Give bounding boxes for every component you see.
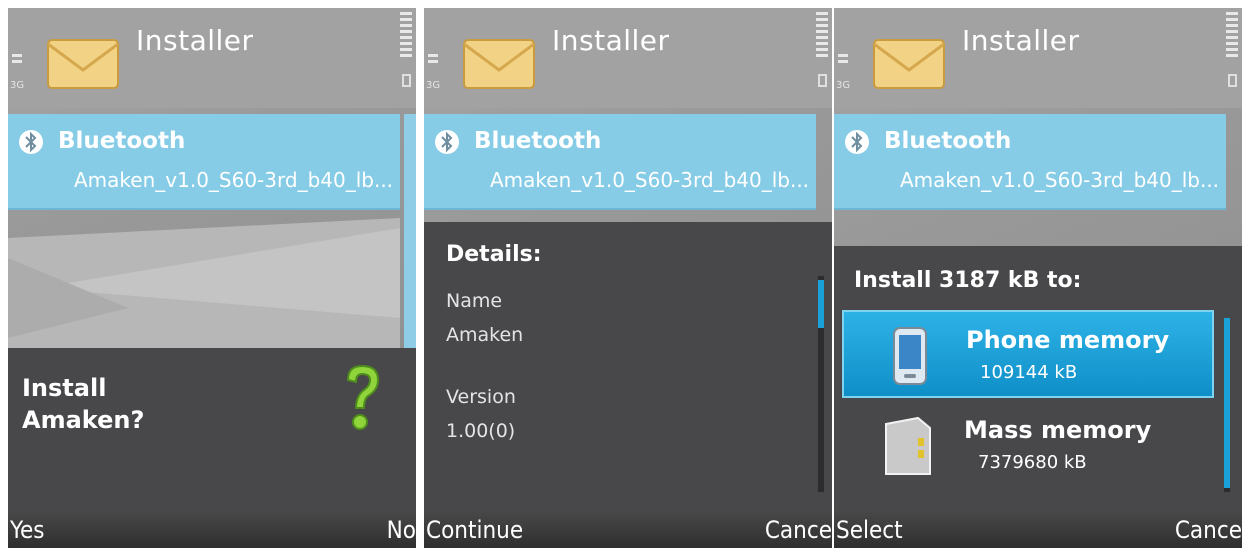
status-header: 3G Installer — [424, 8, 832, 108]
signal-strength-icon — [12, 54, 22, 66]
list-scrollbar[interactable] — [404, 114, 416, 350]
version-label: Version — [446, 386, 516, 408]
background-wallpaper — [8, 218, 400, 348]
question-mark-icon — [346, 364, 380, 430]
version-value: 1.00(0) — [446, 420, 516, 442]
install-confirm-screen: 3G Installer Bluetooth Amaken_v1.0_S60-3… — [8, 8, 416, 548]
location-scrollbar-thumb[interactable] — [1224, 318, 1230, 488]
name-label: Name — [446, 290, 503, 312]
bluetooth-icon — [19, 130, 43, 154]
envelope-icon — [873, 39, 945, 89]
battery-icon — [816, 12, 828, 60]
select-softkey[interactable]: Select — [836, 516, 903, 544]
question-line-2: Amaken? — [22, 406, 145, 434]
details-scrollbar-thumb[interactable] — [818, 280, 824, 328]
message-list-item[interactable]: Bluetooth Amaken_v1.0_S60-3rd_b40_lb... — [834, 114, 1226, 210]
question-line-1: Install — [22, 374, 107, 402]
battery-base-icon — [402, 74, 411, 87]
message-list-item[interactable]: Bluetooth Amaken_v1.0_S60-3rd_b40_lb... — [8, 114, 400, 210]
status-header: 3G Installer — [834, 8, 1242, 108]
phone-icon — [893, 327, 927, 385]
battery-icon — [1226, 12, 1238, 60]
message-filename: Amaken_v1.0_S60-3rd_b40_lb... — [74, 168, 394, 192]
app-title: Installer — [962, 24, 1080, 57]
network-label: 3G — [426, 80, 441, 91]
app-title: Installer — [136, 24, 254, 57]
softkey-bar: Select Cance — [834, 508, 1242, 548]
details-screen: 3G Installer Bluetooth Amaken_v1.0_S60-3… — [424, 8, 832, 548]
install-location-dialog: Install 3187 kB to: Phone memory 109144 … — [834, 246, 1242, 508]
network-label: 3G — [836, 80, 851, 91]
install-heading: Install 3187 kB to: — [854, 268, 1082, 293]
cancel-softkey[interactable]: Cance — [1175, 516, 1242, 544]
app-title: Installer — [552, 24, 670, 57]
softkey-bar: Yes No — [8, 508, 416, 548]
memory-card-icon — [885, 416, 931, 475]
name-value: Amaken — [446, 324, 524, 346]
cancel-softkey[interactable]: Cance — [765, 516, 832, 544]
message-sender: Bluetooth — [884, 128, 1012, 154]
battery-base-icon — [1228, 74, 1237, 87]
mass-memory-option[interactable]: Mass memory 7379680 kB — [842, 402, 1214, 490]
network-label: 3G — [10, 80, 25, 91]
install-location-screen: 3G Installer Bluetooth Amaken_v1.0_S60-3… — [834, 8, 1242, 548]
message-sender: Bluetooth — [474, 128, 602, 154]
message-filename: Amaken_v1.0_S60-3rd_b40_lb... — [900, 168, 1220, 192]
phone-memory-size: 109144 kB — [980, 362, 1078, 383]
continue-softkey[interactable]: Continue — [426, 516, 523, 544]
bluetooth-icon — [845, 130, 869, 154]
details-dialog: Details: Name Amaken Version 1.00(0) — [424, 222, 832, 508]
battery-base-icon — [818, 74, 827, 87]
mass-memory-name: Mass memory — [964, 416, 1152, 444]
phone-memory-option[interactable]: Phone memory 109144 kB — [842, 310, 1214, 398]
battery-icon — [400, 12, 412, 60]
phone-memory-name: Phone memory — [966, 326, 1170, 354]
question-text: Install Amaken? — [22, 372, 144, 436]
message-list-item[interactable]: Bluetooth Amaken_v1.0_S60-3rd_b40_lb... — [424, 114, 816, 210]
signal-strength-icon — [838, 54, 848, 66]
message-filename: Amaken_v1.0_S60-3rd_b40_lb... — [490, 168, 810, 192]
bluetooth-icon — [435, 130, 459, 154]
signal-strength-icon — [428, 54, 438, 66]
envelope-icon — [463, 39, 535, 89]
yes-softkey[interactable]: Yes — [10, 516, 45, 544]
softkey-bar: Continue Cance — [424, 508, 832, 548]
details-heading: Details: — [446, 242, 542, 267]
no-softkey[interactable]: No — [387, 516, 416, 544]
message-sender: Bluetooth — [58, 128, 186, 154]
status-header: 3G Installer — [8, 8, 416, 108]
install-question-dialog: Install Amaken? — [8, 348, 416, 508]
mass-memory-size: 7379680 kB — [978, 452, 1087, 473]
envelope-icon — [47, 39, 119, 89]
